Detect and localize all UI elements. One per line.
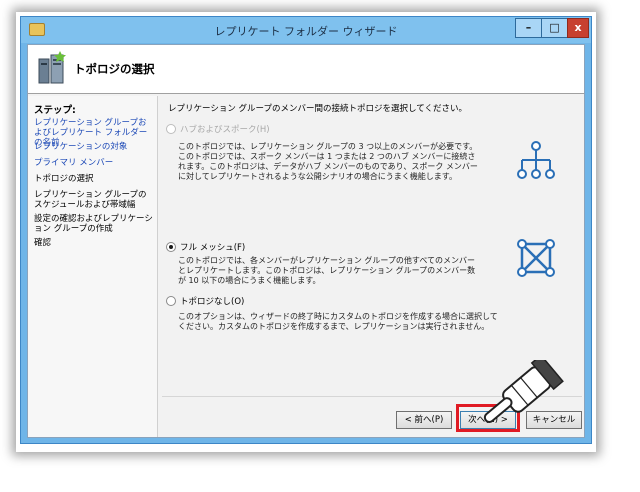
close-button[interactable]: x [567,18,589,38]
full-mesh-radio[interactable] [166,242,176,252]
minimize-button[interactable]: – [515,18,542,38]
full-mesh-label: フル メッシュ(F) [180,243,246,253]
no-topology-radio[interactable] [166,296,176,306]
topology-content: レプリケーション グループのメンバー間の接続トポロジを選択してください。 ハブお… [162,96,582,392]
title-bar[interactable]: レプリケート フォルダー ウィザード – □ x [21,17,591,43]
server-wizard-icon [38,51,66,84]
back-button[interactable]: < 前へ(P) [396,411,452,429]
radio-selected-dot [169,245,173,249]
hand-pointer-icon [483,360,564,423]
window-title: レプリケート フォルダー ウィザード [214,25,398,38]
step-replication-target[interactable]: レプリケーションの対象 [34,142,154,152]
step-confirmation: 確認 [34,238,52,248]
no-topology-label: トポロジなし(O) [180,297,245,307]
full-mesh-icon [517,239,555,277]
hub-spoke-icon [517,141,555,179]
intro-text: レプリケーション グループのメンバー間の接続トポロジを選択してください。 [168,104,468,114]
steps-title: ステップ: [34,105,76,116]
step-review-create: 設定の確認およびレプリケーション グループの作成 [34,214,153,234]
wizard-header: トポロジの選択 [28,45,584,94]
hub-spoke-label: ハブおよびスポーク(H) [180,125,270,135]
step-topology-selection: トポロジの選択 [34,174,94,184]
hub-spoke-radio[interactable] [166,124,176,134]
no-topology-description: このオプションは、ウィザードの終了時にカスタムのトポロジを作成する場合に選択して… [178,312,498,331]
maximize-button[interactable]: □ [541,18,568,38]
page-title: トポロジの選択 [74,62,155,76]
step-schedule-bandwidth: レプリケーション グループのスケジュールおよび帯域幅 [34,190,147,210]
steps-sidebar: ステップ: レプリケーション グループおよびレプリケート フォルダーの名前 レプ… [28,96,158,437]
hub-spoke-description: このトポロジでは、レプリケーション グループの 3 つ以上のメンバーが必要です。… [178,142,478,181]
step-primary-member[interactable]: プライマリ メンバー [34,158,154,168]
full-mesh-description: このトポロジでは、各メンバーがレプリケーション グループの他すべてのメンバーとレ… [178,256,476,285]
